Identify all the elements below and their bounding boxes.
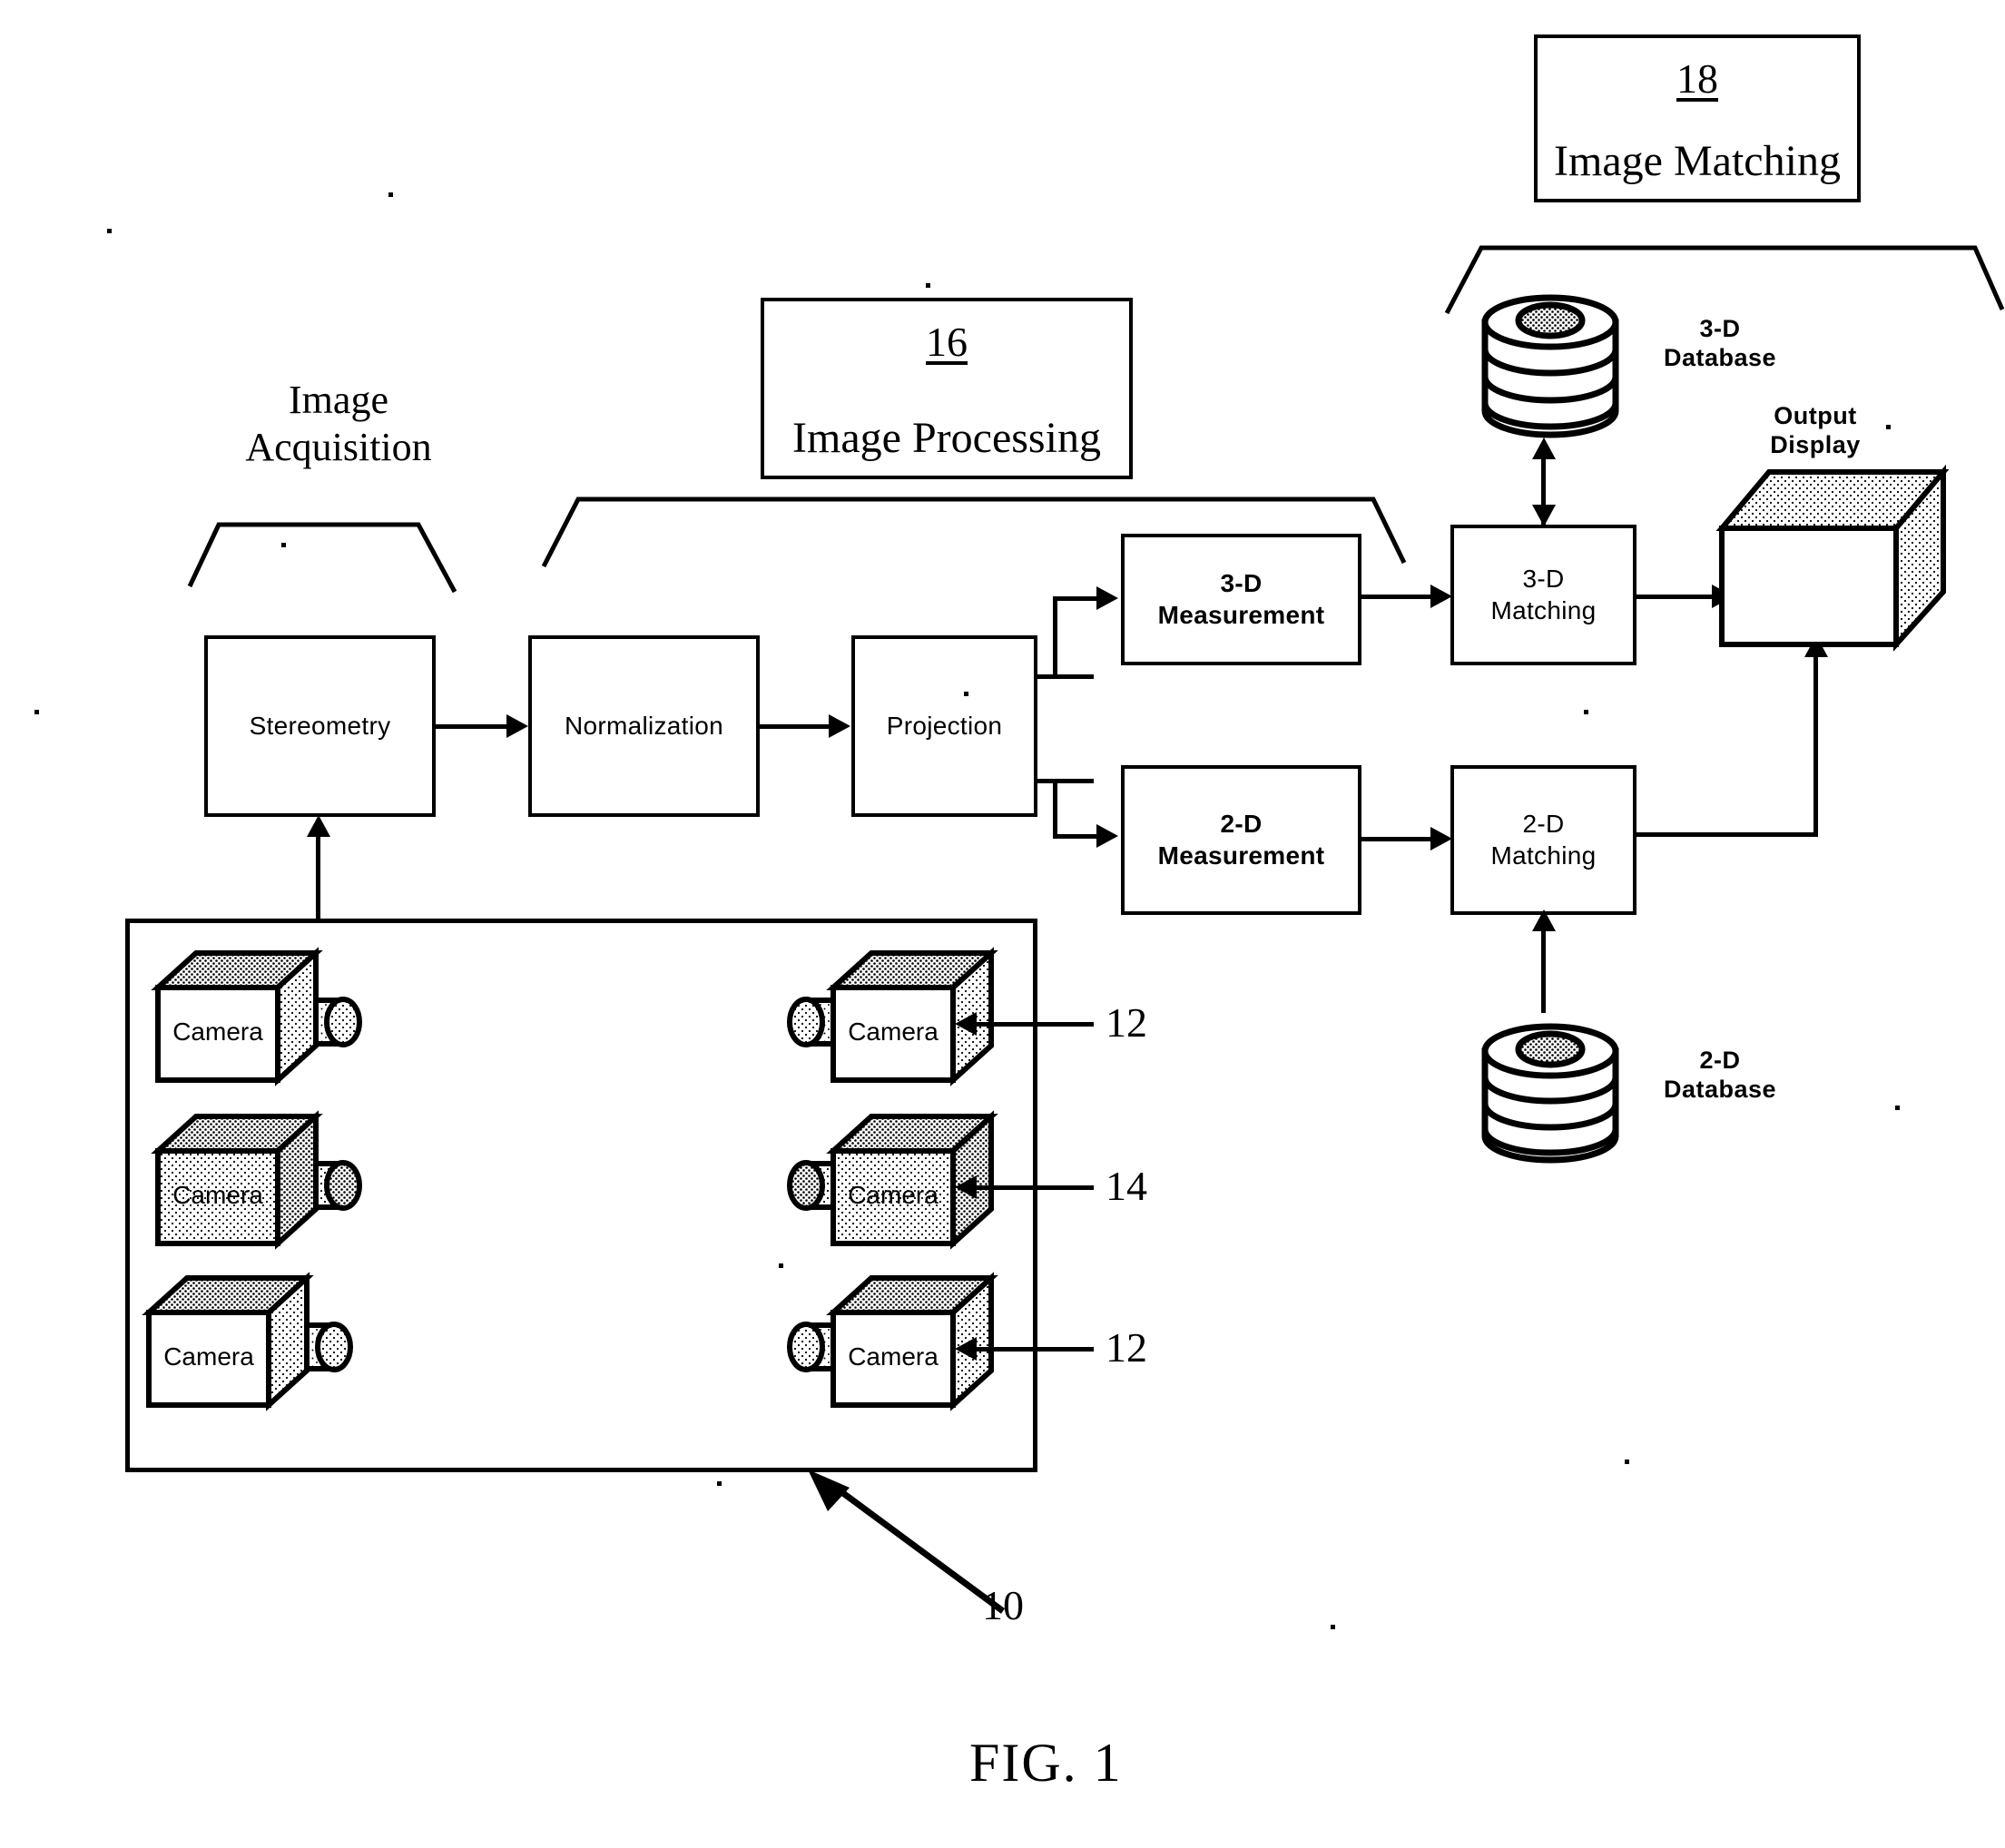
scan-speckle (34, 710, 39, 714)
figure-caption: FIG. 1 (969, 1733, 1123, 1793)
leader-arrow-camera-14 (955, 1175, 977, 1199)
leader-line-camera-12b (976, 1347, 1094, 1352)
matching-2d-label: 2-D Matching (1490, 810, 1597, 870)
process-box-3d-matching[interactable]: 3-D Matching (1450, 525, 1636, 665)
process-box-stereometry[interactable]: Stereometry (204, 635, 436, 817)
3d-database-icon (1481, 294, 1619, 438)
process-box-2d-matching[interactable]: 2-D Matching (1450, 765, 1636, 915)
camera-icon-left-3[interactable]: Camera (142, 1271, 388, 1420)
scan-speckle (1886, 425, 1891, 429)
svg-text:Camera: Camera (848, 1181, 939, 1209)
image-matching-title: Image Matching (1554, 137, 1841, 185)
process-box-normalization[interactable]: Normalization (528, 635, 760, 817)
projection-label: Projection (886, 711, 1003, 740)
scan-speckle (964, 692, 968, 696)
scan-speckle (1584, 710, 1588, 714)
normalization-label: Normalization (564, 711, 724, 740)
2d-database-label: 2-D Database (1663, 1047, 1777, 1104)
line-projection-out-top (1037, 674, 1094, 679)
leader-arrow-camera-12b (955, 1337, 977, 1361)
scan-speckle (717, 1481, 722, 1486)
svg-text:Camera: Camera (172, 1181, 263, 1209)
ref-number-14: 14 (1106, 1163, 1147, 1209)
arrow-head-3d-measurement (1096, 586, 1118, 610)
line-projection-riser-3d (1053, 599, 1057, 677)
scan-speckle (388, 192, 393, 197)
measurement-2d-label: 2-D Measurement (1157, 810, 1325, 870)
line-projection-out-bottom (1037, 779, 1094, 783)
group-box-image-processing: 16 Image Processing (761, 298, 1133, 479)
image-acquisition-bracket (187, 522, 457, 594)
image-acquisition-label: Image Acquisition (245, 378, 432, 469)
line-3d-measurement-matching (1361, 595, 1434, 599)
ref-number-12-bottom: 12 (1106, 1324, 1147, 1371)
matching-3d-label: 3-D Matching (1490, 565, 1597, 624)
ref-number-12-top: 12 (1106, 999, 1147, 1046)
process-box-3d-measurement[interactable]: 3-D Measurement (1121, 534, 1361, 665)
arrow-line-normalization-projection (760, 724, 831, 729)
scan-speckle (107, 229, 112, 233)
image-matching-ref-number: 18 (1676, 55, 1718, 102)
leader-line-camera-12a (976, 1022, 1094, 1027)
arrow-head-3d-database-up (1532, 437, 1556, 459)
scan-speckle (281, 543, 286, 547)
arrow-head-2d-matching (1430, 827, 1452, 850)
process-box-projection[interactable]: Projection (851, 635, 1037, 817)
svg-text:Camera: Camera (848, 1342, 939, 1371)
arrow-head-normalization-projection (829, 714, 850, 738)
measurement-3d-label: 3-D Measurement (1157, 569, 1325, 629)
scan-speckle (1331, 1625, 1335, 1629)
line-2d-matching-riser (1813, 652, 1818, 835)
arrow-head-stereometry-normalization (506, 714, 528, 738)
line-to-2d-measurement (1053, 834, 1100, 839)
arrow-head-3d-matching-down (1532, 505, 1556, 526)
camera-icon-left-2[interactable]: Camera (151, 1109, 398, 1259)
arrow-head-2d-measurement (1096, 824, 1118, 848)
line-projection-riser-2d (1053, 779, 1057, 839)
scan-speckle (926, 283, 930, 288)
leader-line-camera-14 (976, 1185, 1094, 1190)
image-processing-title: Image Processing (792, 414, 1101, 462)
arrow-line-stereometry-normalization (436, 724, 508, 729)
leader-arrow-camera-12a (955, 1012, 977, 1036)
arrow-head-2d-matching-up (1532, 909, 1556, 931)
3d-database-label: 3-D Database (1663, 315, 1777, 372)
patent-figure-page: 18 Image Matching 16 Image Processing Im… (0, 0, 2005, 1848)
2d-database-icon (1481, 1023, 1619, 1164)
stereometry-label: Stereometry (249, 711, 391, 740)
line-cameras-to-stereometry (316, 831, 320, 921)
arrow-head-3d-matching (1430, 585, 1452, 608)
ref-number-10: 10 (982, 1582, 1024, 1628)
camera-icon-left-1[interactable]: Camera (151, 946, 398, 1096)
line-to-3d-measurement (1053, 596, 1100, 601)
scan-speckle (1895, 1106, 1900, 1110)
scan-speckle (1625, 1460, 1629, 1464)
line-2d-measurement-matching (1361, 837, 1434, 841)
svg-text:Camera: Camera (163, 1342, 254, 1371)
group-box-image-matching: 18 Image Matching (1534, 34, 1861, 202)
process-box-2d-measurement[interactable]: 2-D Measurement (1121, 765, 1361, 915)
line-2d-matching-right (1636, 832, 1818, 837)
output-display-icon (1715, 464, 1950, 652)
line-2d-database-matching (1541, 924, 1546, 1013)
svg-text:Camera: Camera (172, 1017, 263, 1046)
output-display-label: Output Display (1770, 402, 1861, 459)
svg-text:Camera: Camera (848, 1017, 939, 1046)
arrow-head-stereometry-input (307, 815, 330, 837)
image-processing-ref-number: 16 (926, 319, 968, 365)
scan-speckle (779, 1263, 783, 1268)
